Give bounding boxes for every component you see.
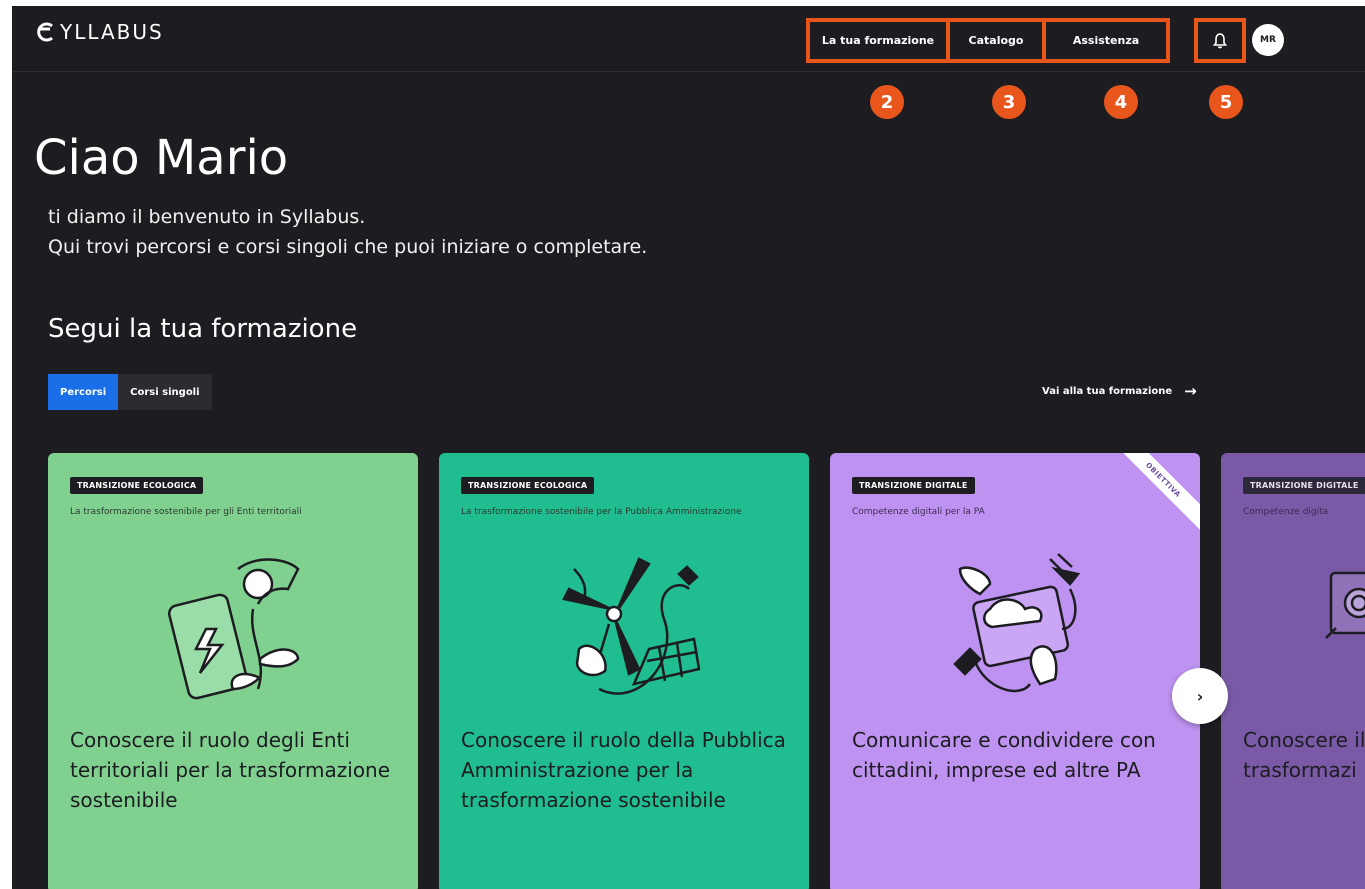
card-ribbon: OBIETTIVA — [1103, 453, 1200, 540]
tab-percorsi[interactable]: Percorsi — [48, 374, 119, 410]
wind-turbine-illustration — [562, 557, 701, 695]
card-title: Conoscere il ruolo della Pubblica Ammini… — [461, 728, 786, 812]
logo-icon — [37, 22, 53, 42]
logo[interactable]: YLLABUS — [34, 20, 164, 44]
go-to-formazione-link[interactable]: Vai alla tua formazione → — [1042, 382, 1197, 400]
welcome-text: ti diamo il benvenuto in Syllabus. Qui t… — [48, 202, 647, 262]
annotation-badge-3: 3 — [992, 85, 1026, 119]
card-title: Conoscere il ruolo degli Enti territoria… — [70, 728, 391, 812]
nav-catalogo[interactable]: Catalogo — [950, 22, 1046, 59]
section-title: Segui la tua formazione — [48, 314, 358, 344]
main-nav: La tua formazione Catalogo Assistenza — [806, 18, 1170, 63]
card-tag: TRANSIZIONE DIGITALE — [1243, 477, 1365, 494]
card-subtitle: Competenze digita — [1243, 507, 1329, 517]
carousel-next-button[interactable]: › — [1172, 668, 1228, 724]
course-card[interactable]: TRANSIZIONE ECOLOGICA La trasformazione … — [439, 453, 809, 889]
page-title: Ciao Mario — [34, 130, 289, 186]
digital-device-illustration — [953, 553, 1081, 693]
logo-text: YLLABUS — [60, 20, 164, 44]
device-illustration — [1325, 571, 1365, 639]
annotation-badge-2: 2 — [870, 85, 904, 119]
card-subtitle: La trasformazione sostenibile per gli En… — [70, 507, 302, 517]
card-subtitle: Competenze digitali per la PA — [852, 507, 985, 517]
user-avatar[interactable]: MR — [1252, 24, 1284, 56]
bell-icon — [1213, 32, 1227, 48]
header: YLLABUS La tua formazione Catalogo Assis… — [12, 6, 1365, 72]
nav-la-tua-formazione[interactable]: La tua formazione — [810, 22, 950, 59]
chevron-right-icon: › — [1196, 686, 1204, 706]
annotation-badge-4: 4 — [1104, 85, 1138, 119]
go-link-label: Vai alla tua formazione — [1042, 385, 1173, 397]
nav-assistenza[interactable]: Assistenza — [1046, 22, 1166, 59]
card-tag: TRANSIZIONE DIGITALE — [852, 477, 975, 494]
course-card[interactable]: TRANSIZIONE ECOLOGICA La trasformazione … — [48, 453, 418, 889]
arrow-right-icon: → — [1184, 382, 1197, 400]
phone-energy-illustration — [167, 558, 300, 700]
card-title: Comunicare e condividere con cittadini, … — [852, 728, 1156, 782]
course-card[interactable]: TRANSIZIONE DIGITALE Competenze digita C… — [1221, 453, 1365, 889]
card-subtitle: La trasformazione sostenibile per la Pub… — [461, 507, 742, 517]
notifications-button[interactable] — [1194, 18, 1246, 63]
welcome-line-2: Qui trovi percorsi e corsi singoli che p… — [48, 236, 648, 258]
welcome-line-1: ti diamo il benvenuto in Syllabus. — [48, 206, 366, 228]
course-card[interactable]: OBIETTIVA TRANSIZIONE DIGITALE Competenz… — [830, 453, 1200, 889]
app-frame: YLLABUS La tua formazione Catalogo Assis… — [12, 6, 1365, 889]
card-title: Conoscere il trasformazi — [1243, 728, 1365, 782]
card-tag: TRANSIZIONE ECOLOGICA — [461, 477, 595, 494]
tab-bar: Percorsi Corsi singoli — [48, 374, 212, 410]
annotation-badge-5: 5 — [1209, 85, 1243, 119]
tab-corsi-singoli[interactable]: Corsi singoli — [118, 374, 211, 410]
card-tag: TRANSIZIONE ECOLOGICA — [70, 477, 204, 494]
